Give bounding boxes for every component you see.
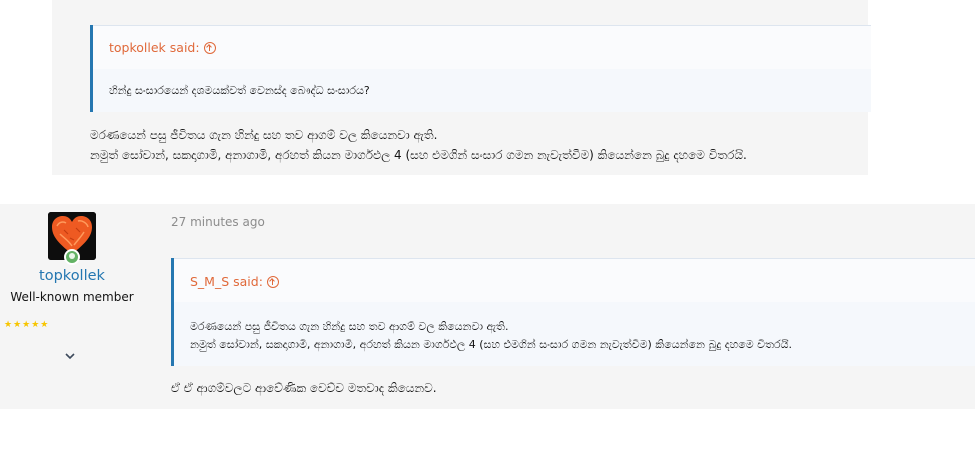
post-body-line: නමුත් සෝවාන්, සකදාගාමි, අනාගාමි, අරහත් ක…: [90, 148, 747, 162]
username-link[interactable]: topkollek: [0, 268, 144, 284]
post-body: ඒ ඒ ආගම්වලට ආවේණික වෙච්ච මතවාද කියෙනව.: [171, 381, 437, 395]
quote-text: හින්දු සංසාරයෙන් දශමයක්වත් වෙනස්ද බෞද්ධ …: [109, 84, 370, 97]
quote-line: මරණයෙන් පසු ජීවිතය ගැන හින්දු සහ තව ආගම්…: [190, 320, 509, 333]
user-rating-stars: ★★★★★: [4, 320, 50, 330]
quote-block: topkollek said: හින්දු සංසාරයෙන් දශමයක්ව…: [90, 25, 871, 112]
post-timestamp-link[interactable]: 27 minutes ago: [171, 215, 265, 229]
quote-author-link[interactable]: S_M_S said:: [190, 274, 279, 289]
quote-header: S_M_S said:: [174, 258, 975, 302]
online-indicator-icon: [64, 249, 80, 265]
post-previous: topkollek said: හින්දු සංසාරයෙන් දශමයක්ව…: [52, 0, 871, 175]
quote-header: topkollek said:: [93, 25, 871, 69]
post-body-line: මරණයෙන් පසු ජීවිතය ගැන හින්දු සහ තව ආගම්…: [90, 128, 438, 142]
jump-up-icon[interactable]: [203, 41, 216, 54]
user-title: Well-known member: [10, 290, 134, 304]
chevron-down-icon[interactable]: [65, 351, 75, 361]
quote-author-label[interactable]: topkollek said:: [109, 40, 200, 55]
post-body: මරණයෙන් පසු ජීවිතය ගැන හින්දු සහ තව ආගම්…: [90, 125, 747, 165]
quote-line: නමුත් සෝවාන්, සකදාගාමි, අනාගාමි, අරහත් ක…: [190, 338, 793, 351]
quote-author-label[interactable]: S_M_S said:: [190, 274, 263, 289]
quote-block: S_M_S said: මරණයෙන් පසු ජීවිතය ගැන හින්ද…: [171, 258, 975, 366]
post-reply: topkollek Well-known member ★★★★★ 27 min…: [0, 204, 975, 409]
quote-text: මරණයෙන් පසු ජීවිතය ගැන හින්දු සහ තව ආගම්…: [190, 318, 792, 354]
quote-author-link[interactable]: topkollek said:: [109, 40, 216, 55]
jump-up-icon[interactable]: [266, 275, 279, 288]
